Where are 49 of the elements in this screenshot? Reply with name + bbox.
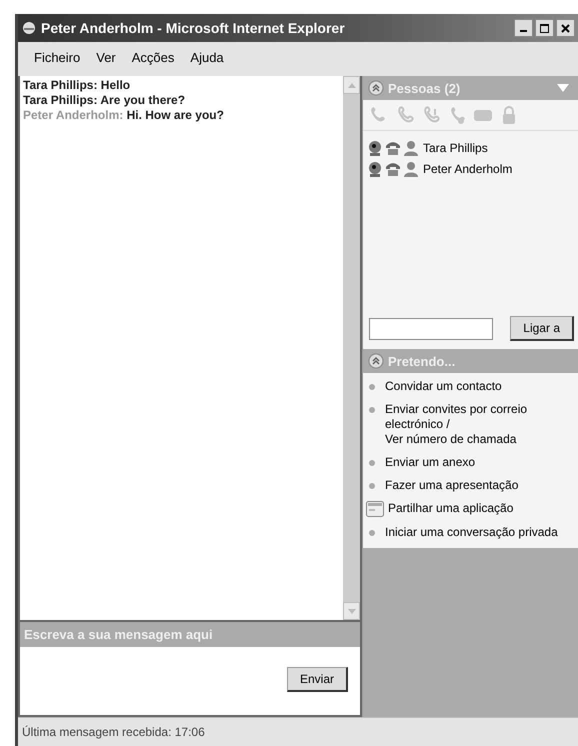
menu-item[interactable]: Ficheiro	[34, 50, 80, 64]
minimize-button[interactable]	[514, 19, 533, 37]
down-arrow-icon	[348, 608, 356, 614]
task-link[interactable]: Enviar convites por correio electrónico / Ver número de chamada	[385, 402, 561, 447]
task-link[interactable]: Fazer uma apresentação	[385, 478, 561, 493]
menu-item[interactable]: Ajuda	[190, 50, 224, 64]
call-field[interactable]	[369, 318, 493, 340]
person-icon	[403, 160, 419, 176]
section-title: Pessoas (2)	[388, 80, 462, 96]
close-button[interactable]	[556, 19, 575, 37]
task-link[interactable]: Convidar um contacto	[385, 379, 561, 394]
message-text: Are you there?	[99, 93, 186, 107]
telephone-icon	[385, 160, 401, 176]
message-text: Hi. How are you?	[126, 108, 224, 122]
close-icon	[561, 24, 570, 32]
message-sender: Peter Anderholm:	[23, 108, 124, 122]
up-arrow-icon	[348, 82, 356, 88]
dropdown-icon	[557, 84, 569, 92]
message-sender: Tara Phillips:	[23, 93, 98, 107]
telephone-icon	[385, 140, 401, 156]
task-link[interactable]: Partilhar uma aplicação	[388, 501, 564, 516]
phone-icon	[421, 105, 441, 125]
scrollbar[interactable]	[343, 76, 360, 620]
browser-icon	[21, 20, 37, 36]
menu-item[interactable]: Ver	[96, 50, 116, 64]
task-link[interactable]: Enviar um anexo	[385, 455, 561, 470]
menu-item[interactable]: Acções	[132, 50, 174, 64]
status-bar: Última mensagem recebida: 17:06	[18, 717, 578, 746]
window-title: Peter Anderholm - Microsoft Internet Explorer	[41, 20, 346, 36]
send-button[interactable]: Enviar	[286, 667, 348, 692]
person-icon	[403, 140, 419, 156]
message-sender: Tara Phillips:	[23, 78, 98, 92]
collapse-icon	[368, 80, 384, 96]
task-link[interactable]: Iniciar uma conversação privada	[385, 525, 561, 540]
phone-icon	[395, 105, 415, 125]
maximize-button[interactable]	[535, 19, 554, 37]
webcam-icon	[367, 140, 383, 156]
contact-name[interactable]: Tara Phillips	[423, 140, 488, 154]
webcam-icon	[367, 160, 383, 176]
section-title: Pretendo...	[388, 354, 456, 368]
collapse-icon	[368, 353, 384, 369]
scroll-down-button[interactable]	[343, 602, 360, 620]
contact-name[interactable]: Peter Anderholm	[423, 162, 512, 176]
message-text: Hello	[100, 78, 130, 92]
call-button[interactable]: Ligar a	[510, 316, 574, 341]
scroll-up-button[interactable]	[343, 76, 360, 94]
maximize-icon	[540, 24, 549, 32]
compose-header: Escreva a sua mensagem aqui	[20, 622, 360, 647]
window-icon	[366, 501, 384, 517]
